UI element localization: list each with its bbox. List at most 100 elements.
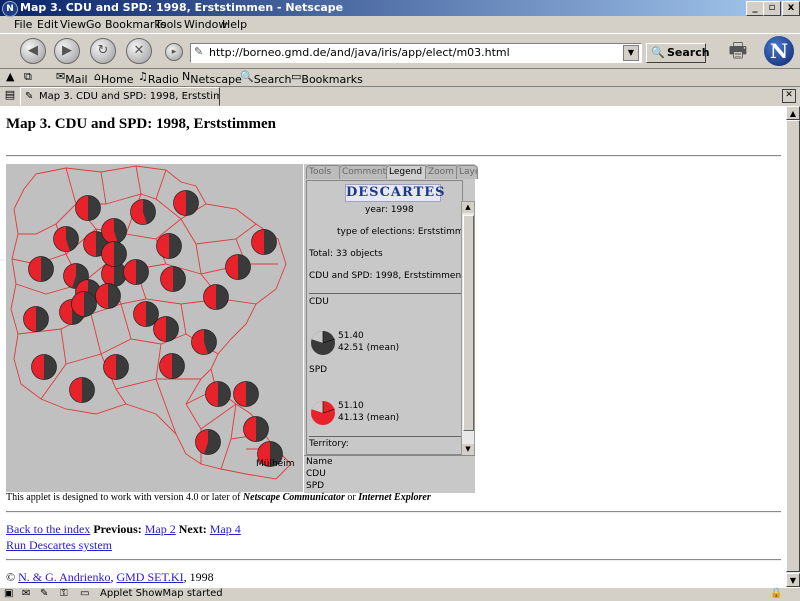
key-icon[interactable]: ⚿ <box>60 588 68 599</box>
netscape-logo[interactable]: N <box>764 36 794 66</box>
pie-cdu-slice <box>173 266 186 292</box>
close-button[interactable]: x <box>782 1 800 16</box>
pie-symbol[interactable] <box>191 329 217 355</box>
pie-symbol[interactable] <box>71 291 97 317</box>
previous-map-link[interactable]: Map 2 <box>145 522 176 536</box>
page-content: Map 3. CDU and SPD: 1998, Erststimmen Mü… <box>0 106 786 587</box>
scroll-up-icon[interactable]: ▲ <box>786 106 800 120</box>
stop-icon[interactable]: ✕ <box>126 38 152 64</box>
lock-icon[interactable]: 🔒 <box>770 588 782 599</box>
pie-symbol[interactable] <box>28 256 54 282</box>
pie-symbol[interactable] <box>173 190 199 216</box>
tab-map3[interactable]: ✎ Map 3. CDU and SPD: 1998, Erststimmen <box>20 87 220 106</box>
reload-icon[interactable]: ↻ <box>90 38 116 64</box>
legend-spd-mean: 41.13 (mean) <box>338 413 400 423</box>
navigation-links: Back to the index Previous: Map 2 Next: … <box>6 522 241 537</box>
bookmarks-link[interactable]: ▭ Bookmarks <box>291 70 363 86</box>
run-descartes-link[interactable]: Run Descartes system <box>6 538 112 553</box>
pie-symbol[interactable] <box>156 233 182 259</box>
radio-link[interactable]: ♫ Radio <box>138 70 179 86</box>
list-item[interactable]: Name <box>306 457 333 467</box>
offline-icon[interactable]: ▭ <box>80 588 89 599</box>
map-place-label: Mülheim <box>256 459 294 469</box>
home-link[interactable]: ⌂ Home <box>94 70 133 86</box>
minimize-button[interactable]: _ <box>746 1 764 16</box>
pie-symbol[interactable] <box>251 229 277 255</box>
mail-icon[interactable]: ✉ <box>22 588 30 599</box>
tab-layers[interactable]: Laye <box>456 165 478 179</box>
legend-map-title: CDU and SPD: 1998, Erststimmen <box>309 271 462 281</box>
next-map-link[interactable]: Map 4 <box>210 522 241 536</box>
pie-symbol[interactable] <box>75 195 101 221</box>
maximize-button[interactable]: ▫ <box>763 1 781 16</box>
authors-link[interactable]: N. & G. Andrienko <box>18 570 110 584</box>
pie-symbol[interactable] <box>95 283 121 309</box>
page-scrollbar[interactable]: ▲ ▼ <box>786 106 800 587</box>
pie-symbol[interactable] <box>160 266 186 292</box>
pie-symbol[interactable] <box>133 301 159 327</box>
tab-zoom[interactable]: Zoom <box>425 165 459 179</box>
menu-tools[interactable]: Tools <box>155 18 182 31</box>
pie-symbol[interactable] <box>53 226 79 252</box>
applet-map[interactable]: Mülheim <box>6 164 303 492</box>
choropleth-map-svg[interactable]: Mülheim <box>6 164 303 492</box>
print-icon[interactable]: 🖶 <box>724 38 752 62</box>
menu-edit[interactable]: Edit <box>37 18 58 31</box>
scroll-down-icon[interactable]: ▼ <box>786 573 800 587</box>
search-link[interactable]: 🔍 Search <box>240 70 292 86</box>
list-item[interactable]: CDU <box>306 469 326 479</box>
tab-comment[interactable]: Comment <box>339 165 389 179</box>
menu-go[interactable]: Go <box>86 18 101 31</box>
menu-help[interactable]: Help <box>222 18 247 31</box>
mail-link[interactable]: ✉ Mail <box>56 70 88 86</box>
pie-symbol[interactable] <box>101 241 127 267</box>
pie-symbol[interactable] <box>225 254 251 280</box>
list-item[interactable]: SPD <box>306 481 324 491</box>
new-tab-icon[interactable]: ▤ <box>3 88 17 102</box>
pie-symbol[interactable] <box>159 353 185 379</box>
pie-symbol[interactable] <box>195 429 221 455</box>
pie-symbol[interactable] <box>101 218 127 244</box>
menu-window[interactable]: Window <box>184 18 227 31</box>
divider <box>6 511 781 513</box>
legend-scrollbar[interactable]: ▲ ▼ <box>461 201 475 457</box>
pie-symbol[interactable] <box>23 306 49 332</box>
security-icon[interactable]: ▣ <box>4 588 13 599</box>
forward-arrow-icon[interactable]: ▶ <box>54 38 80 64</box>
tab-tools[interactable]: Tools <box>306 165 342 179</box>
pie-cdu-slice <box>264 229 277 255</box>
pie-symbol[interactable] <box>243 416 269 442</box>
pie-symbol[interactable] <box>203 284 229 310</box>
legend-total: Total: 33 objects <box>309 249 383 259</box>
go-icon[interactable]: ▸ <box>165 43 183 61</box>
menu-file[interactable]: File <box>14 18 32 31</box>
pie-symbol[interactable] <box>233 381 259 407</box>
scrollbar-thumb[interactable] <box>463 215 474 431</box>
composer-icon[interactable]: ✎ <box>40 588 48 599</box>
pie-symbol[interactable] <box>130 199 156 225</box>
pie-symbol[interactable] <box>153 316 179 342</box>
pie-symbol[interactable] <box>123 259 149 285</box>
back-to-index-link[interactable]: Back to the index <box>6 522 90 536</box>
scroll-down-icon[interactable]: ▼ <box>462 444 474 455</box>
pie-symbol[interactable] <box>103 354 129 380</box>
toolbar-grip-icon[interactable]: ▲ <box>6 70 14 83</box>
attribute-list[interactable]: Name CDU SPD <box>304 455 475 493</box>
org-link[interactable]: GMD SET.KI <box>116 570 183 584</box>
menu-view[interactable]: View <box>60 18 86 31</box>
scrollbar-thumb[interactable] <box>786 120 800 572</box>
tab-legend[interactable]: Legend <box>386 165 428 179</box>
scroll-up-icon[interactable]: ▲ <box>462 202 474 213</box>
search-button[interactable]: 🔍 Search <box>646 43 710 63</box>
pie-symbol[interactable] <box>205 381 231 407</box>
url-input[interactable]: ✎ http://borneo.gmd.de/and/java/iris/app… <box>190 43 642 63</box>
url-dropdown-icon[interactable]: ▼ <box>623 45 639 61</box>
pie-symbol[interactable] <box>69 377 95 403</box>
pie-symbol[interactable] <box>31 354 57 380</box>
status-text: Applet ShowMap started <box>100 588 223 599</box>
close-tab-icon[interactable]: ✕ <box>782 89 796 103</box>
netscape-app-icon[interactable]: N <box>2 1 18 17</box>
netscape-link[interactable]: N Netscape <box>182 70 242 86</box>
back-arrow-icon[interactable]: ◀ <box>20 38 46 64</box>
tabs-icon[interactable]: ⧉ <box>24 70 32 84</box>
